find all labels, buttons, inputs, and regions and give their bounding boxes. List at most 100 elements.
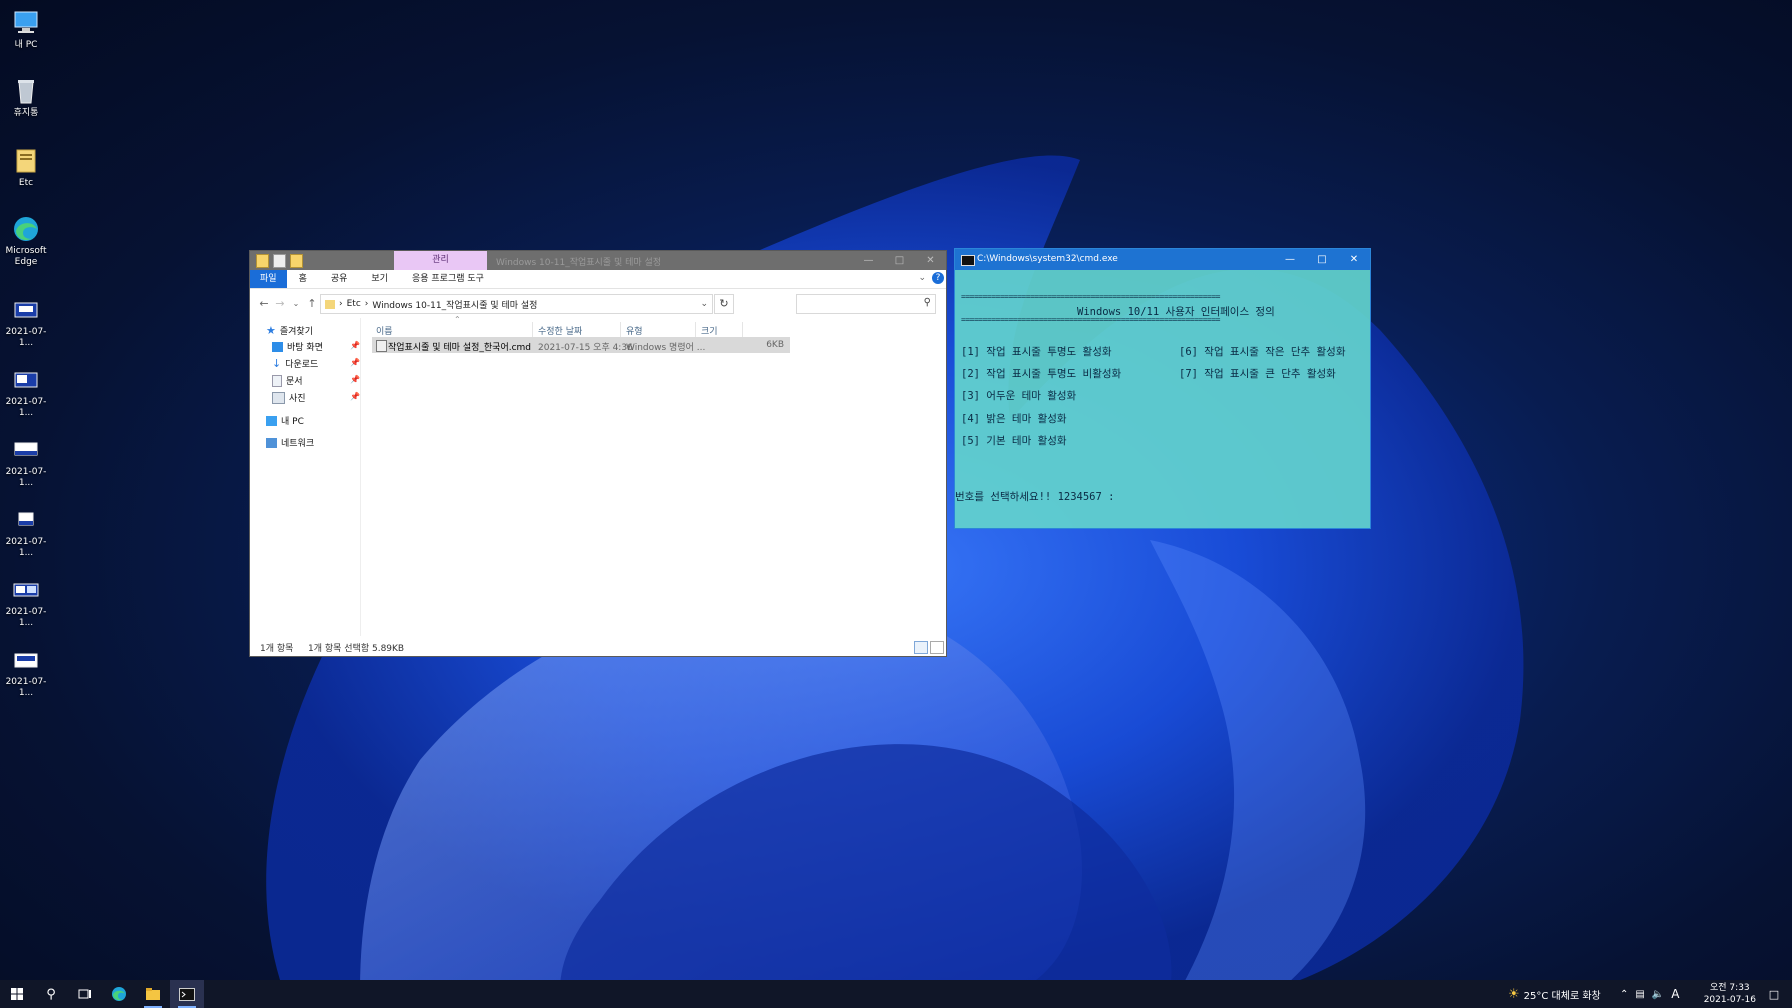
console-prompt: 번호를 선택하세요!! 1234567 : [955,491,1115,503]
desktop-icon-recycle-bin[interactable]: 휴지통 [0,76,52,119]
nav-quick-access[interactable]: ★ 즐겨찾기 [266,324,313,337]
search-input[interactable] [797,295,915,311]
separator-line: ========================================… [961,315,1220,324]
nav-documents[interactable]: 문서 [272,374,303,387]
show-hidden-icons-icon[interactable]: ⌃ [1620,989,1628,1000]
desktop-icon-etc[interactable]: Etc [0,146,52,189]
expand-ribbon-icon[interactable]: ⌄ [918,273,926,283]
tab-home[interactable]: 홈 [287,270,319,288]
tab-view[interactable]: 보기 [359,270,400,288]
cmd-file-icon [376,340,387,352]
large-icons-view-icon[interactable] [930,641,944,654]
desktop-icon-screenshot[interactable]: 2021-07-1... [0,365,52,419]
close-button[interactable]: ✕ [915,251,946,270]
taskbar-file-explorer[interactable] [136,980,170,1008]
taskbar-cmd[interactable] [170,980,204,1008]
column-divider[interactable] [620,322,621,338]
option-4: [4] 밝은 테마 활성화 [961,413,1067,425]
cmd-title-bar[interactable]: C:\Windows\system32\cmd.exe — □ ✕ [955,249,1370,270]
minimize-button[interactable]: — [853,251,884,270]
ime-indicator[interactable]: A [1671,987,1679,1001]
table-row[interactable]: 작업표시줄 및 테마 설정_한국어.cmd 2021-07-15 오후 4:36… [372,337,790,353]
folder-icon[interactable] [256,254,269,268]
refresh-button[interactable]: ↻ [714,294,734,314]
nav-downloads[interactable]: ↓ 다운로드 [272,357,318,370]
tab-application-tools[interactable]: 응용 프로그램 도구 [400,270,496,288]
tab-file[interactable]: 파일 [250,270,287,288]
column-name[interactable]: 이름 [376,324,393,337]
clock[interactable]: 오전 7:33 2021-07-16 [1704,982,1756,1006]
recent-locations-icon[interactable]: ⌄ [288,299,304,308]
screenshot-icon [11,295,41,325]
details-view-icon[interactable] [914,641,928,654]
search-box: ⚲ [796,294,936,314]
navigation-pane: ★ 즐겨찾기 바탕 화면 📌 ↓ 다운로드 📌 문서 📌 사진 📌 내 PC 네… [250,318,361,636]
network-icon[interactable]: ▤ [1635,989,1644,1000]
cmd-icon [179,987,195,1001]
desktop-icon-screenshot[interactable]: 2021-07-1... [0,505,52,559]
file-type: Windows 명령어 ... [626,343,706,353]
taskbar: ⚲ ☀ 25°C 대체로 화창 ⌃ ▤ 🔈 A 오전 7:33 2021-07-… [0,980,1792,1008]
option-3: [3] 어두운 테마 활성화 [961,390,1077,402]
column-divider[interactable] [695,322,696,338]
nav-label: 다운로드 [285,360,319,370]
tab-share[interactable]: 공유 [319,270,360,288]
column-size[interactable]: 크기 [701,324,718,337]
explorer-title-bar[interactable]: 관리 Windows 10-11_작업표시줄 및 테마 설정 — □ ✕ [250,251,946,270]
desktop-icon-edge[interactable]: Microsoft Edge [0,214,52,268]
column-divider[interactable] [532,322,533,338]
back-icon[interactable]: ← [256,297,272,310]
file-name: 작업표시줄 및 테마 설정_한국어.cmd [388,343,532,353]
nav-this-pc[interactable]: 내 PC [266,414,304,427]
start-button[interactable] [0,980,34,1008]
screenshot-icon [11,505,41,535]
desktop-icon-label: 2021-07-1... [5,327,47,348]
minimize-button[interactable]: — [1274,249,1306,270]
desktop-icon-screenshot[interactable]: 2021-07-1... [0,435,52,489]
search-icon: ⚲ [923,297,931,308]
nav-pictures[interactable]: 사진 [272,391,306,404]
help-icon[interactable]: ? [932,272,944,284]
notification-center-button[interactable]: □ [1756,980,1792,1008]
weather-text: 25°C 대체로 화창 [1523,990,1601,1002]
screenshot-icon [11,645,41,675]
column-modified[interactable]: 수정한 날짜 [538,324,582,337]
nav-network[interactable]: 네트워크 [266,436,314,449]
weather-widget[interactable]: ☀ 25°C 대체로 화창 [1508,980,1601,1008]
desktop-icon-screenshot[interactable]: 2021-07-1... [0,575,52,629]
properties-icon[interactable] [273,254,286,268]
nav-label: 문서 [286,377,303,387]
volume-icon[interactable]: 🔈 [1652,989,1664,1000]
close-button[interactable]: ✕ [1338,249,1370,270]
option-1: [1] 작업 표시줄 투명도 활성화 [961,346,1112,358]
edge-icon [11,214,41,244]
column-type[interactable]: 유형 [626,324,643,337]
option-7: [7] 작업 표시줄 큰 단추 활성화 [1179,368,1336,380]
desktop-icon-screenshot[interactable]: 2021-07-1... [0,645,52,699]
desktop-icon-this-pc[interactable]: 내 PC [0,8,52,51]
desktop-icon-screenshot[interactable]: 2021-07-1... [0,295,52,349]
cmd-window: C:\Windows\system32\cmd.exe — □ ✕ ======… [955,249,1370,528]
search-icon: ⚲ [46,986,56,1002]
taskbar-edge[interactable] [102,980,136,1008]
address-dropdown-icon[interactable]: ⌄ [700,299,708,309]
up-icon[interactable]: ↑ [304,297,320,310]
screenshot-icon [11,575,41,605]
search-button[interactable]: ⚲ [34,980,68,1008]
breadcrumb-current[interactable]: Windows 10-11_작업표시줄 및 테마 설정 [372,298,537,311]
maximize-button[interactable]: □ [884,251,915,270]
forward-icon[interactable]: → [272,297,288,310]
system-tray: ⌃ ▤ 🔈 A [1620,980,1680,1008]
tab-manage[interactable]: 관리 [394,251,487,270]
screenshot-icon [11,435,41,465]
separator-line: ========================================… [961,292,1220,301]
column-divider[interactable] [742,322,743,338]
new-folder-icon[interactable] [290,254,303,268]
maximize-button[interactable]: □ [1306,249,1338,270]
task-view-button[interactable] [68,980,102,1008]
desktop-icon-label: 휴지통 [13,108,39,118]
quick-access-toolbar [256,254,303,268]
address-bar[interactable]: › Etc › Windows 10-11_작업표시줄 및 테마 설정 ⌄ [320,294,713,314]
breadcrumb-etc[interactable]: Etc [347,299,361,309]
nav-desktop[interactable]: 바탕 화면 [272,340,323,353]
